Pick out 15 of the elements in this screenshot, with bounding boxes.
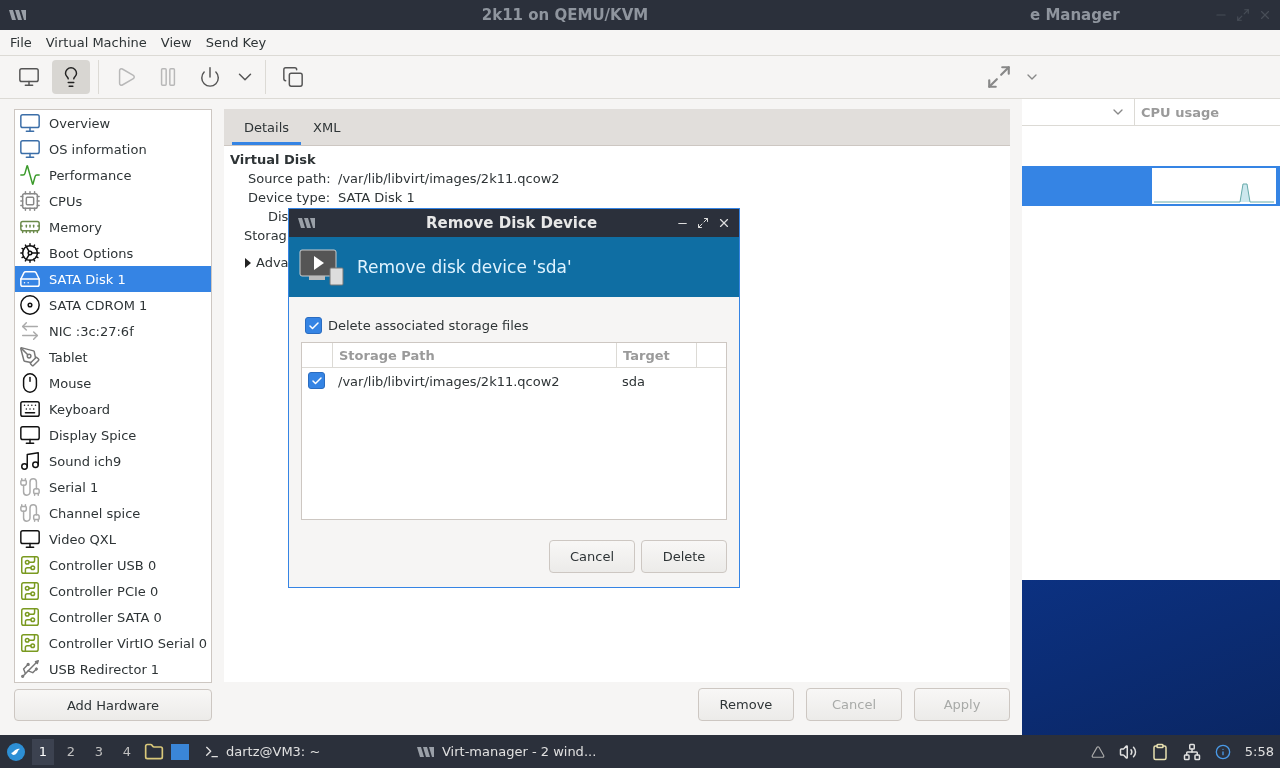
- clock: 5:58: [1244, 744, 1274, 759]
- field-label: Dis: [268, 209, 289, 224]
- section-title: Virtual Disk: [230, 152, 317, 167]
- table-cell-text: sda: [621, 373, 646, 389]
- field-label: Storag: [244, 228, 287, 243]
- field-value: /var/lib/libvirt/images/2k11.qcow2: [338, 171, 560, 186]
- table-cell-text: /var/lib/libvirt/images/2k11.qcow2: [337, 373, 561, 389]
- dialog-title: Remove Disk Device: [424, 214, 599, 232]
- field-value: SATA Disk 1: [338, 190, 415, 205]
- window-title: e Manager: [1030, 6, 1121, 24]
- dialog-heading: Remove disk device 'sda': [357, 257, 572, 277]
- checkbox-label: Delete associated storage files: [328, 318, 529, 333]
- window-title: 2k11 on QEMU/KVM: [480, 6, 650, 24]
- field-label: Device type:: [248, 190, 330, 205]
- field-label: Source path:: [248, 171, 330, 186]
